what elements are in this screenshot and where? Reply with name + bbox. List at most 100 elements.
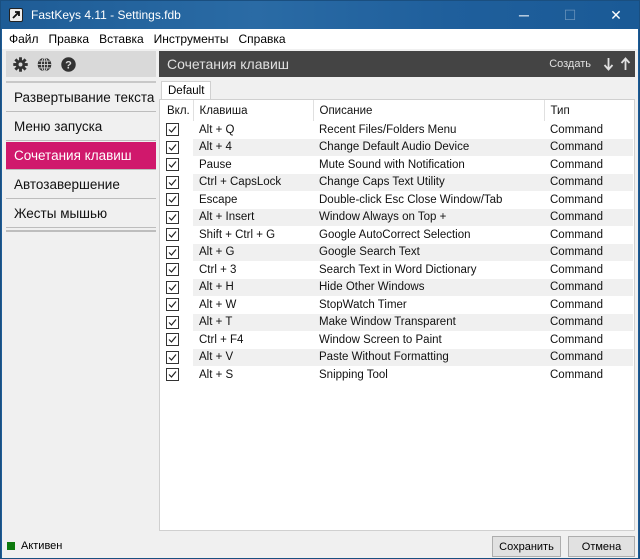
menu-file[interactable]: Файл — [2, 29, 44, 49]
column-header-description[interactable]: Описание — [313, 100, 545, 121]
move-down-button[interactable] — [602, 56, 614, 72]
close-button[interactable]: ✕ — [593, 1, 639, 29]
description-cell: Search Text in Word Dictionary — [319, 263, 477, 276]
fastkeys-arrow-icon — [9, 8, 23, 22]
column-header-type[interactable]: Тип — [544, 100, 633, 121]
enabled-checkbox[interactable] — [166, 123, 179, 137]
title-bar[interactable]: FastKeys 4.11 - Settings.fdb ─ ☐ ✕ — [1, 1, 639, 29]
table-row[interactable]: Ctrl + 3 Search Text in Word Dictionary Co… — [161, 261, 633, 279]
table-header-row: Вкл. Клавиша Описание Тип — [161, 100, 633, 121]
enabled-checkbox[interactable] — [166, 280, 179, 294]
key-cell: Alt + Q — [199, 123, 235, 136]
menu-tools[interactable]: Инструменты — [149, 29, 234, 49]
status-indicator: Активен — [7, 540, 62, 552]
enabled-checkbox[interactable] — [166, 210, 179, 224]
table-row[interactable]: Alt + V Paste Without Formatting Command — [161, 348, 633, 366]
toolbar: ? — [6, 51, 156, 77]
enabled-checkbox[interactable] — [166, 175, 179, 189]
table-row[interactable]: Alt + 4 Change Default Audio Device Comman… — [161, 138, 633, 156]
enabled-cell — [161, 348, 193, 366]
svg-text:?: ? — [65, 59, 72, 71]
key-cell: Alt + T — [193, 313, 313, 331]
description-cell: Snipping Tool — [319, 368, 388, 381]
menu-insert[interactable]: Вставка — [94, 29, 149, 49]
sidebar: Развертывание текста Меню запуска Сочета… — [6, 81, 156, 232]
enabled-cell — [161, 226, 193, 244]
key-cell: Alt + S — [199, 368, 234, 381]
table-row[interactable]: Alt + S Snipping Tool Command — [161, 366, 633, 384]
enabled-checkbox[interactable] — [166, 350, 179, 364]
description-cell: Recent Files/Folders Menu — [319, 123, 457, 136]
menu-bar: Файл Правка Вставка Инструменты Справка — [2, 29, 638, 49]
sidebar-item-autocomplete[interactable]: Автозавершение — [6, 171, 156, 199]
enabled-checkbox[interactable] — [166, 315, 179, 329]
checkmark-icon — [168, 196, 177, 204]
type-cell: Command — [544, 278, 633, 296]
maximize-button[interactable]: ☐ — [547, 1, 593, 29]
enabled-checkbox[interactable] — [166, 298, 179, 312]
help-icon[interactable]: ? — [59, 55, 77, 73]
enabled-checkbox[interactable] — [166, 368, 179, 382]
menu-edit[interactable]: Правка — [44, 29, 95, 49]
table-row[interactable]: Shift + Ctrl + G Google AutoCorrect Selec… — [161, 226, 633, 244]
table-row[interactable]: Alt + H Hide Other Windows Command — [161, 278, 633, 296]
table-row[interactable]: Alt + G Google Search Text Command — [161, 243, 633, 261]
enabled-checkbox[interactable] — [166, 333, 179, 347]
enabled-cell — [161, 121, 193, 139]
create-button[interactable]: Создать — [549, 58, 591, 70]
enabled-checkbox[interactable] — [166, 228, 179, 242]
type-cell: Command — [550, 158, 604, 171]
sidebar-item-start-menu[interactable]: Меню запуска — [6, 113, 156, 141]
key-cell: Alt + 4 — [193, 138, 313, 156]
table-row[interactable]: Alt + T Make Window Transparent Command — [161, 313, 633, 331]
sidebar-item-text-expander[interactable]: Развертывание текста — [6, 84, 156, 112]
enabled-cell — [161, 191, 193, 209]
table-row[interactable]: Ctrl + F4 Window Screen to Paint Command — [161, 331, 633, 349]
table-row[interactable]: Ctrl + CapsLock Change Caps Text Utility C… — [161, 173, 633, 191]
type-cell: Command — [550, 333, 604, 346]
checkmark-icon — [168, 318, 177, 326]
table-row[interactable]: Alt + W StopWatch Timer Command — [161, 296, 633, 314]
description-cell: Google Search Text — [313, 243, 544, 261]
checkmark-icon — [168, 178, 177, 186]
column-header-enabled[interactable]: Вкл. — [161, 100, 194, 121]
menu-help[interactable]: Справка — [234, 29, 291, 49]
sidebar-item-mouse-gestures[interactable]: Жесты мышью — [6, 200, 156, 228]
enabled-checkbox[interactable] — [166, 158, 179, 172]
checkmark-icon — [168, 126, 177, 134]
description-cell: Double-click Esc Close Window/Tab — [319, 193, 503, 206]
table-row[interactable]: Alt + Insert Window Always on Top + Comman… — [161, 208, 633, 226]
globe-icon[interactable] — [35, 55, 53, 73]
enabled-cell — [161, 138, 193, 156]
enabled-cell — [161, 261, 193, 279]
key-cell: Alt + H — [193, 278, 313, 296]
enabled-checkbox[interactable] — [166, 140, 179, 154]
description-cell: Mute Sound with Notification — [319, 158, 465, 171]
key-cell: Shift + Ctrl + G — [199, 228, 276, 241]
window-title: FastKeys 4.11 - Settings.fdb — [31, 8, 181, 22]
key-cell: Escape — [199, 193, 238, 206]
checkmark-icon — [168, 161, 177, 169]
description-cell: Window Always on Top + — [313, 208, 544, 226]
column-header-key[interactable]: Клавиша — [193, 100, 314, 121]
cancel-button[interactable]: Отмена — [568, 536, 635, 557]
enabled-checkbox[interactable] — [166, 263, 179, 277]
type-cell: Command — [550, 123, 604, 136]
save-button[interactable]: Сохранить — [492, 536, 561, 557]
table-row[interactable]: Pause Mute Sound with Notification Command — [161, 156, 633, 174]
status-text: Активен — [21, 540, 63, 552]
table-row[interactable]: Alt + Q Recent Files/Folders Menu Command — [161, 121, 633, 139]
move-up-button[interactable] — [619, 56, 631, 72]
arrow-up-icon — [620, 57, 630, 70]
tab-default[interactable]: Default — [161, 81, 212, 100]
type-cell: Command — [550, 193, 604, 206]
enabled-checkbox[interactable] — [166, 245, 179, 259]
sidebar-item-shortcuts[interactable]: Сочетания клавиш — [6, 142, 156, 170]
enabled-cell — [161, 243, 193, 261]
minimize-button[interactable]: ─ — [501, 1, 547, 29]
enabled-cell — [161, 278, 193, 296]
enabled-checkbox[interactable] — [166, 193, 179, 207]
enabled-cell — [161, 313, 193, 331]
gear-icon[interactable] — [11, 55, 29, 73]
table-row[interactable]: Escape Double-click Esc Close Window/Tab C… — [161, 191, 633, 209]
